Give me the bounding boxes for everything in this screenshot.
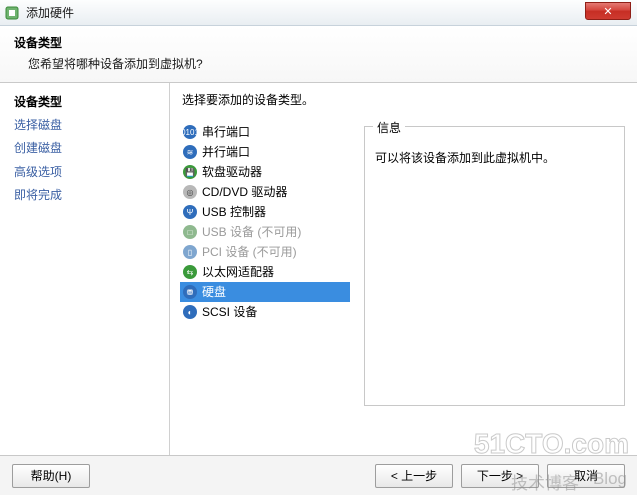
header-title: 设备类型 (14, 34, 623, 51)
usb-device-icon: □ (182, 224, 198, 240)
cancel-button[interactable]: 取消 (547, 464, 625, 488)
scsi-device-icon: ◐ (182, 304, 198, 320)
device-type-label: 并行端口 (202, 143, 250, 161)
device-type-label: PCI 设备 (不可用) (202, 243, 297, 261)
wizard-body: 设备类型选择磁盘创建磁盘高级选项即将完成 选择要添加的设备类型。 0101 串行端… (0, 83, 637, 455)
floppy-drive-icon: 💾 (182, 164, 198, 180)
device-type-item: ▯ PCI 设备 (不可用) (180, 242, 350, 262)
next-button[interactable]: 下一步 > (461, 464, 539, 488)
pci-device-icon: ▯ (182, 244, 198, 260)
svg-text:▯: ▯ (188, 248, 192, 257)
header-subtitle: 您希望将哪种设备添加到虚拟机? (28, 55, 623, 72)
titlebar: 添加硬件 ✕ (0, 0, 637, 26)
wizard-main: 选择要添加的设备类型。 0101 串行端口 ≋ 并行端口 💾 软盘驱动器 ◎ CD/DVD 驱… (170, 83, 637, 455)
serial-port-icon: 0101 (182, 124, 198, 140)
device-type-item[interactable]: ⛃ 硬盘 (180, 282, 350, 302)
main-panes: 0101 串行端口 ≋ 并行端口 💾 软盘驱动器 ◎ CD/DVD 驱动器 Ψ USB 控制器 □ U… (180, 122, 625, 406)
svg-text:0101: 0101 (182, 128, 198, 137)
device-type-item[interactable]: ◐ SCSI 设备 (180, 302, 350, 322)
window-title: 添加硬件 (26, 4, 74, 21)
svg-text:◐: ◐ (188, 308, 193, 317)
app-icon (4, 5, 20, 21)
wizard-step[interactable]: 创建磁盘 (14, 137, 163, 160)
device-type-item[interactable]: 0101 串行端口 (180, 122, 350, 142)
device-type-label: CD/DVD 驱动器 (202, 183, 287, 201)
usb-controller-icon: Ψ (182, 204, 198, 220)
wizard-footer: 帮助(H) < 上一步 下一步 > 取消 (0, 455, 637, 495)
device-type-item[interactable]: ⇆ 以太网适配器 (180, 262, 350, 282)
wizard-step[interactable]: 设备类型 (14, 91, 163, 114)
svg-text:⛃: ⛃ (187, 288, 194, 297)
info-text: 可以将该设备添加到此虚拟机中。 (375, 149, 614, 168)
device-type-label: SCSI 设备 (202, 303, 257, 321)
svg-text:□: □ (188, 228, 193, 237)
device-type-label: 串行端口 (202, 123, 250, 141)
device-type-list[interactable]: 0101 串行端口 ≋ 并行端口 💾 软盘驱动器 ◎ CD/DVD 驱动器 Ψ USB 控制器 □ U… (180, 122, 350, 406)
svg-text:≋: ≋ (187, 148, 194, 157)
main-instruction: 选择要添加的设备类型。 (182, 91, 625, 108)
close-button[interactable]: ✕ (585, 2, 631, 20)
device-type-item: □ USB 设备 (不可用) (180, 222, 350, 242)
wizard-step[interactable]: 选择磁盘 (14, 114, 163, 137)
help-button[interactable]: 帮助(H) (12, 464, 90, 488)
device-type-item[interactable]: Ψ USB 控制器 (180, 202, 350, 222)
wizard-header: 设备类型 您希望将哪种设备添加到虚拟机? (0, 26, 637, 83)
parallel-port-icon: ≋ (182, 144, 198, 160)
device-type-label: 硬盘 (202, 283, 226, 301)
device-type-label: USB 设备 (不可用) (202, 223, 301, 241)
wizard-steps-sidebar: 设备类型选择磁盘创建磁盘高级选项即将完成 (0, 83, 170, 455)
close-icon: ✕ (603, 5, 612, 18)
ethernet-adapter-icon: ⇆ (182, 264, 198, 280)
wizard-step[interactable]: 即将完成 (14, 184, 163, 207)
device-type-label: USB 控制器 (202, 203, 266, 221)
cd-dvd-drive-icon: ◎ (182, 184, 198, 200)
device-type-item[interactable]: ≋ 并行端口 (180, 142, 350, 162)
wizard-step[interactable]: 高级选项 (14, 161, 163, 184)
device-type-label: 软盘驱动器 (202, 163, 262, 181)
svg-text:Ψ: Ψ (187, 208, 194, 217)
info-groupbox: 信息 可以将该设备添加到此虚拟机中。 (364, 126, 625, 406)
back-button[interactable]: < 上一步 (375, 464, 453, 488)
device-type-item[interactable]: ◎ CD/DVD 驱动器 (180, 182, 350, 202)
device-type-item[interactable]: 💾 软盘驱动器 (180, 162, 350, 182)
device-type-label: 以太网适配器 (202, 263, 274, 281)
svg-text:◎: ◎ (187, 188, 194, 197)
hard-disk-icon: ⛃ (182, 284, 198, 300)
svg-text:💾: 💾 (185, 167, 195, 177)
info-legend: 信息 (373, 119, 405, 136)
svg-text:⇆: ⇆ (187, 268, 194, 277)
